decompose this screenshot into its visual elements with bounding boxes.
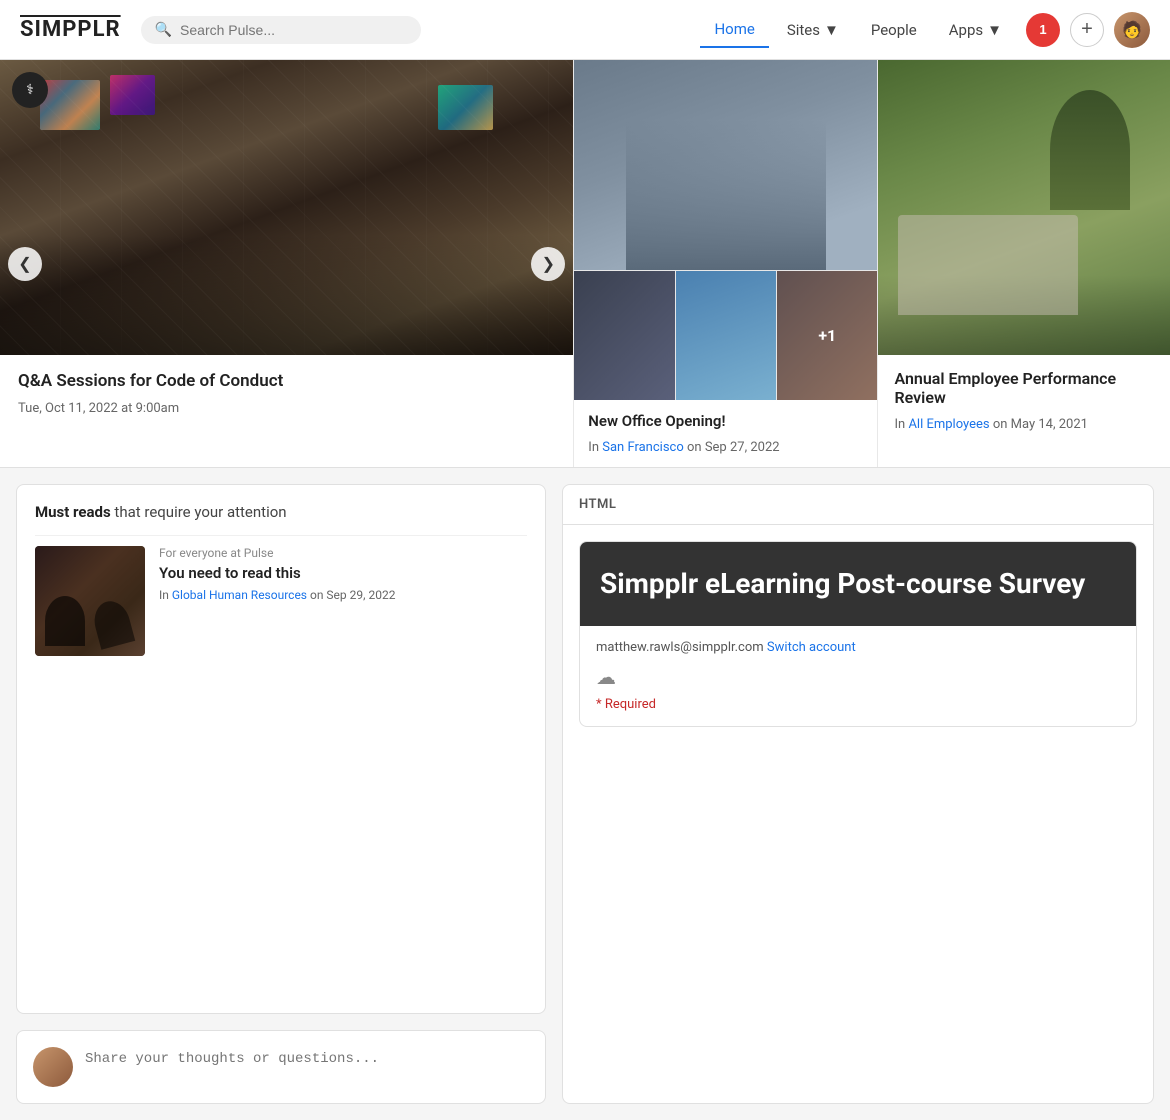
notification-button[interactable]: 1 (1026, 13, 1060, 47)
read-site-link[interactable]: Global Human Resources (172, 588, 310, 602)
must-reads-header: Must reads that require your attention (35, 503, 527, 521)
read-item-content: For everyone at Pulse You need to read t… (159, 546, 527, 602)
read-title: You need to read this (159, 564, 527, 582)
survey-body: matthew.rawls@simpplr.com Switch account… (580, 626, 1136, 726)
add-button[interactable]: + (1070, 13, 1104, 47)
card-right-image (878, 60, 1170, 355)
navbar: SIMPPLR 🔍 Home Sites ▼ People Apps ▼ 1 +… (0, 0, 1170, 60)
card-large-body: Q&A Sessions for Code of Conduct Tue, Oc… (0, 355, 573, 432)
right-panel: HTML Simpplr eLearning Post-course Surve… (562, 484, 1154, 1104)
search-input[interactable] (180, 22, 407, 38)
card-medium-location[interactable]: San Francisco (602, 440, 687, 455)
featured-cards: ⚕ ❮ ❯ Q&A Sessions for Code of Conduct T… (0, 60, 1170, 468)
card-thumbs: +1 (574, 270, 877, 400)
chevron-down-icon: ▼ (824, 21, 839, 39)
nav-home[interactable]: Home (700, 12, 768, 48)
survey-header: Simpplr eLearning Post-course Survey (580, 542, 1136, 626)
card-right-site[interactable]: All Employees (908, 417, 992, 432)
survey-card[interactable]: Simpplr eLearning Post-course Survey mat… (579, 541, 1137, 727)
card-more-overlay: +1 (776, 271, 877, 400)
card-right-body: Annual Employee Performance Review In Al… (878, 355, 1170, 446)
chevron-down-icon: ▼ (987, 21, 1002, 39)
cloud-icon: ☁ (596, 665, 1120, 689)
search-bar[interactable]: 🔍 (141, 16, 421, 44)
card-tag-icon: ⚕ (12, 72, 48, 108)
switch-account-link[interactable]: Switch account (767, 640, 856, 655)
required-label: * Required (596, 697, 1120, 712)
card-medium-image (574, 60, 877, 270)
search-icon: 🔍 (155, 22, 172, 38)
card-right-title: Annual Employee Performance Review (894, 369, 1154, 407)
panel-header: HTML (563, 485, 1153, 525)
card-large-title: Q&A Sessions for Code of Conduct (18, 371, 555, 391)
read-audience: For everyone at Pulse (159, 546, 527, 560)
nav-sites[interactable]: Sites ▼ (773, 13, 853, 47)
nav-apps[interactable]: Apps ▼ (935, 13, 1016, 47)
left-column: Must reads that require your attention F… (16, 484, 546, 1104)
card-large-meta: Tue, Oct 11, 2022 at 9:00am (18, 401, 555, 416)
must-reads-panel: Must reads that require your attention F… (16, 484, 546, 1014)
carousel-prev-button[interactable]: ❮ (8, 247, 42, 281)
card-medium-inner[interactable]: +1 New Office Opening! In San Francisco … (574, 60, 877, 467)
brand-logo[interactable]: SIMPPLR (20, 17, 121, 42)
bottom-section: Must reads that require your attention F… (0, 468, 1170, 1120)
nav-links: Home Sites ▼ People Apps ▼ (700, 12, 1016, 48)
read-item[interactable]: For everyone at Pulse You need to read t… (35, 535, 527, 666)
read-meta: In Global Human Resources on Sep 29, 202… (159, 588, 527, 602)
card-medium-title: New Office Opening! (588, 412, 863, 430)
card-medium-body: New Office Opening! In San Francisco on … (574, 400, 877, 467)
avatar[interactable]: 🧑 (1114, 12, 1150, 48)
nav-actions: 1 + 🧑 (1026, 12, 1150, 48)
main-content: ⚕ ❮ ❯ Q&A Sessions for Code of Conduct T… (0, 60, 1170, 1120)
share-box (16, 1030, 546, 1104)
card-medium-meta: In San Francisco on Sep 27, 2022 (588, 440, 863, 455)
card-right-review[interactable]: Annual Employee Performance Review In Al… (877, 60, 1170, 467)
read-item-image (35, 546, 145, 656)
nav-people[interactable]: People (857, 13, 931, 47)
card-medium-office[interactable]: +1 New Office Opening! In San Francisco … (573, 60, 877, 467)
card-right-meta: In All Employees on May 14, 2021 (894, 417, 1154, 432)
panel-content: Simpplr eLearning Post-course Survey mat… (563, 525, 1153, 743)
card-large-qa[interactable]: ⚕ ❮ ❯ Q&A Sessions for Code of Conduct T… (0, 60, 573, 467)
share-avatar (33, 1047, 73, 1087)
survey-email: matthew.rawls@simpplr.com Switch account (596, 640, 1120, 655)
card-large-image (0, 60, 573, 355)
carousel-next-button[interactable]: ❯ (531, 247, 565, 281)
share-input[interactable] (85, 1047, 529, 1083)
